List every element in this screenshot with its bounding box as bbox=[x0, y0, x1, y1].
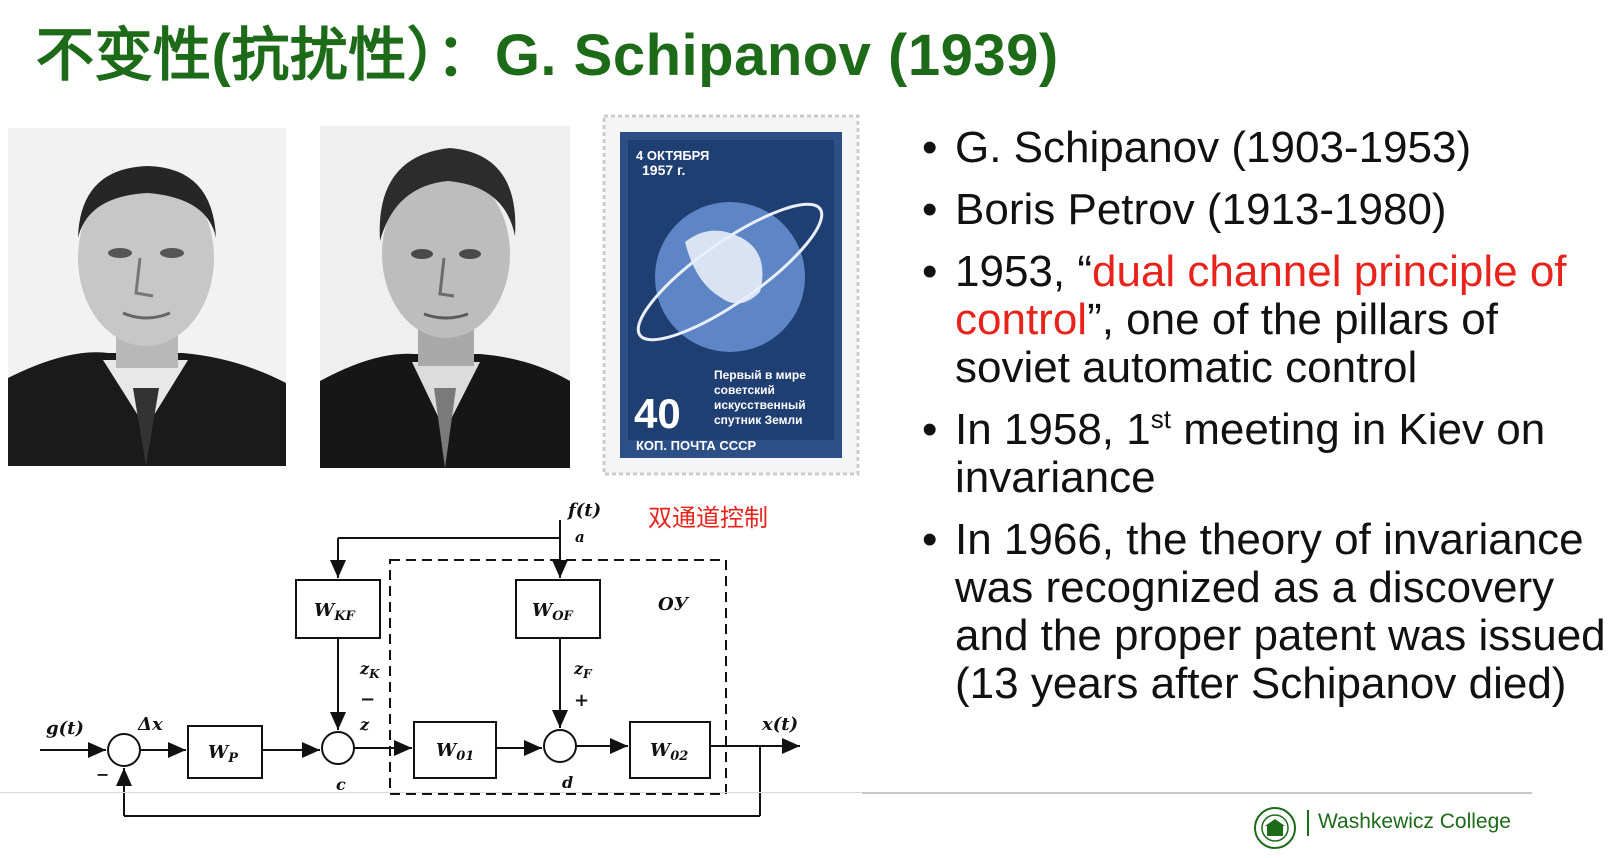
bullet-text: In 1966, the theory of invariance was re… bbox=[955, 515, 1606, 708]
bullet-item: • In 1958, 1st meeting in Kiev on invaria… bbox=[922, 406, 1612, 502]
footer-divider-right bbox=[862, 792, 1532, 794]
bullet-text: st bbox=[1150, 404, 1171, 434]
bullet-dot: • bbox=[922, 123, 938, 172]
stamp-text-line-4: спутник Земли bbox=[714, 413, 803, 427]
bullet-item: • G. Schipanov (1903-1953) bbox=[922, 124, 1612, 172]
bullet-item: • Boris Petrov (1913-1980) bbox=[922, 186, 1612, 234]
label-zf: zF bbox=[573, 659, 593, 681]
label-minus2: − bbox=[360, 689, 375, 710]
stamp-value: 40 bbox=[634, 390, 681, 437]
bullet-list: • G. Schipanov (1903-1953) • Boris Petrov (… bbox=[922, 124, 1612, 722]
stamp-text-line-1: Первый в мире bbox=[714, 368, 806, 382]
stamp-text-line-3: искусственный bbox=[714, 398, 806, 412]
label-minus1: − bbox=[96, 765, 109, 784]
photo-schipanov bbox=[8, 128, 286, 466]
stamp-text: Первый в мире советский искусственный сп… bbox=[714, 368, 806, 428]
page-title: 不变性(抗扰性）：G. Schipanov (1939) bbox=[36, 23, 1059, 88]
college-seal-logo bbox=[1254, 807, 1296, 849]
label-f: f(t) bbox=[566, 500, 601, 521]
stamp-date-2: 1957 г. bbox=[642, 162, 686, 178]
label-a: a bbox=[575, 528, 585, 546]
bullet-dot: • bbox=[922, 185, 938, 234]
bullet-text: G. Schipanov (1903-1953) bbox=[955, 123, 1472, 172]
stamp-text-line-2: советский bbox=[714, 383, 775, 397]
footer-divider-left bbox=[0, 792, 862, 793]
block-diagram: f(t) a g(t) Δx x(t) ОУ z c d − − + zK zF… bbox=[40, 500, 800, 817]
footer-separator bbox=[1307, 810, 1309, 836]
stamp-bottom-text: КОП. ПОЧТА СССР bbox=[636, 438, 757, 453]
bullet-item: • In 1966, the theory of invariance was r… bbox=[922, 516, 1612, 708]
bullet-text: 1953, “ bbox=[955, 247, 1092, 296]
bullet-item: • 1953, “dual channel principle of contro… bbox=[922, 248, 1612, 392]
label-dx: Δx bbox=[137, 714, 163, 735]
label-plus: + bbox=[574, 690, 589, 711]
stamp-date-1: 4 ОКТЯБРЯ bbox=[636, 148, 710, 163]
label-z: z bbox=[359, 715, 370, 734]
bullet-dot: • bbox=[922, 515, 938, 564]
college-name: Washkewicz College bbox=[1318, 810, 1511, 833]
sputnik-stamp: 4 ОКТЯБРЯ 1957 г. Первый в мире советски… bbox=[600, 112, 862, 478]
bullet-text: Boris Petrov (1913-1980) bbox=[955, 185, 1447, 234]
bullet-dot: • bbox=[922, 405, 938, 454]
bullet-text: In 1958, 1 bbox=[955, 405, 1151, 454]
label-x: x(t) bbox=[761, 714, 798, 735]
photo-petrov bbox=[320, 126, 570, 468]
label-g: g(t) bbox=[46, 718, 84, 739]
label-d: d bbox=[562, 773, 573, 792]
bullet-dot: • bbox=[922, 247, 938, 296]
label-oy: ОУ bbox=[658, 594, 690, 615]
label-zk: zK bbox=[359, 659, 380, 681]
